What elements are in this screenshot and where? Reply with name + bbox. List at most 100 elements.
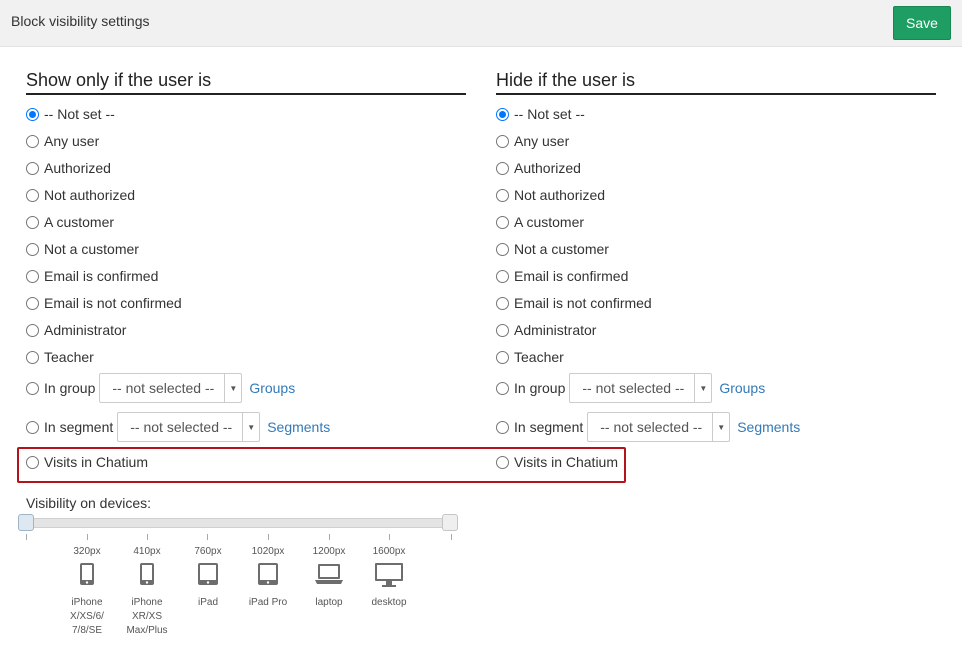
radio-label: Email is not confirmed <box>44 295 182 311</box>
radio-button[interactable] <box>496 161 509 175</box>
radio-label: Administrator <box>514 322 597 338</box>
radio-option[interactable]: Email is confirmed <box>26 266 158 286</box>
device-width-label: 1200px <box>312 546 346 557</box>
radio-button[interactable] <box>496 134 509 148</box>
slider-tick <box>26 534 27 540</box>
group-select[interactable]: -- not selected -- ▼ <box>569 373 713 403</box>
radio-button[interactable] <box>496 188 509 202</box>
device-name: iPad <box>178 596 238 610</box>
radio-button[interactable] <box>26 420 39 434</box>
radio-button[interactable] <box>496 215 509 229</box>
radio-button[interactable] <box>26 381 39 395</box>
radio-option[interactable]: Authorized <box>496 158 581 178</box>
radio-option[interactable]: Not a customer <box>496 239 609 259</box>
radio-option-group[interactable]: In group -- not selected -- ▼ Groups <box>496 373 765 403</box>
radio-option[interactable]: Teacher <box>26 347 94 367</box>
radio-button[interactable] <box>26 242 39 256</box>
radio-option[interactable]: Email is confirmed <box>496 266 628 286</box>
groups-link[interactable]: Groups <box>249 380 295 396</box>
radio-option-group[interactable]: In group -- not selected -- ▼ Groups <box>26 373 295 403</box>
radio-button[interactable] <box>26 323 39 337</box>
chevron-down-icon: ▼ <box>694 374 711 402</box>
slider-tick <box>451 534 452 540</box>
phone-icon <box>57 562 117 586</box>
radio-button[interactable] <box>26 161 39 175</box>
save-button[interactable]: Save <box>893 6 951 40</box>
device-width-label: 1600px <box>372 546 406 557</box>
radio-button[interactable] <box>26 350 39 364</box>
radio-option[interactable]: A customer <box>26 212 114 232</box>
radio-option[interactable]: Any user <box>26 131 99 151</box>
radio-button[interactable] <box>496 381 509 395</box>
device-width-label: 1020px <box>251 546 285 557</box>
devices-label: Visibility on devices: <box>26 495 152 511</box>
device-name: desktop <box>359 596 419 610</box>
radio-option[interactable]: -- Not set -- <box>26 104 115 124</box>
radio-option[interactable]: Any user <box>496 131 569 151</box>
visits-highlight-box <box>17 447 626 483</box>
radio-label: Not authorized <box>514 187 606 203</box>
radio-option[interactable]: Administrator <box>496 320 596 340</box>
radio-button[interactable] <box>26 107 39 121</box>
slider-tick <box>268 534 269 540</box>
radio-button[interactable] <box>496 269 509 283</box>
slider-start-handle[interactable] <box>18 514 34 531</box>
select-value: -- not selected -- <box>130 419 233 435</box>
radio-option[interactable]: Authorized <box>26 158 111 178</box>
radio-option[interactable]: Email is not confirmed <box>26 293 182 313</box>
radio-option[interactable]: Administrator <box>26 320 126 340</box>
segments-link[interactable]: Segments <box>737 419 800 435</box>
radio-button[interactable] <box>26 134 39 148</box>
select-value: -- not selected -- <box>600 419 703 435</box>
radio-label: Any user <box>514 133 570 149</box>
chevron-down-icon: ▼ <box>224 374 241 402</box>
radio-label: In segment <box>44 419 114 435</box>
radio-option[interactable]: Not a customer <box>26 239 139 259</box>
show-only-column: Show only if the user is -- Not set -- An… <box>26 70 466 470</box>
radio-label: Email is confirmed <box>44 268 159 284</box>
tablet-icon <box>238 562 298 586</box>
device-name-line: X/XS/6/ <box>70 611 104 622</box>
segment-select[interactable]: -- not selected -- ▼ <box>117 412 261 442</box>
radio-option[interactable]: A customer <box>496 212 584 232</box>
radio-option[interactable]: Not authorized <box>26 185 135 205</box>
radio-label: Administrator <box>44 322 127 338</box>
radio-option[interactable]: Email is not confirmed <box>496 293 652 313</box>
groups-link[interactable]: Groups <box>719 380 765 396</box>
radio-label: -- Not set -- <box>44 106 115 122</box>
slider-end-handle[interactable] <box>442 514 458 531</box>
device-name-line: laptop <box>315 597 343 608</box>
radio-button[interactable] <box>496 323 509 337</box>
radio-button[interactable] <box>26 269 39 283</box>
radio-button[interactable] <box>496 350 509 364</box>
slider-tick <box>329 534 330 540</box>
radio-option[interactable]: -- Not set -- <box>496 104 585 124</box>
device-slider-track[interactable] <box>26 518 450 528</box>
segment-select[interactable]: -- not selected -- ▼ <box>587 412 731 442</box>
radio-button[interactable] <box>26 296 39 310</box>
radio-button[interactable] <box>496 107 509 121</box>
radio-label: Authorized <box>44 160 111 176</box>
device-name-line: Max/Plus <box>126 625 168 636</box>
radio-button[interactable] <box>496 296 509 310</box>
radio-label: -- Not set -- <box>514 106 585 122</box>
radio-option-segment[interactable]: In segment -- not selected -- ▼ Segments <box>26 412 330 442</box>
column-heading: Show only if the user is <box>26 70 466 95</box>
laptop-icon <box>299 562 359 586</box>
radio-label: A customer <box>44 214 115 230</box>
group-select[interactable]: -- not selected -- ▼ <box>99 373 243 403</box>
radio-option[interactable]: Teacher <box>496 347 564 367</box>
radio-button[interactable] <box>26 215 39 229</box>
slider-tick <box>147 534 148 540</box>
radio-button[interactable] <box>26 188 39 202</box>
radio-button[interactable] <box>496 242 509 256</box>
radio-option-segment[interactable]: In segment -- not selected -- ▼ Segments <box>496 412 800 442</box>
segments-link[interactable]: Segments <box>267 419 330 435</box>
device-name-line: 7/8/SE <box>71 625 103 636</box>
radio-label: Not a customer <box>514 241 609 257</box>
device-name: laptop <box>299 596 359 610</box>
radio-label: Teacher <box>514 349 564 365</box>
phone-icon <box>117 562 177 586</box>
radio-button[interactable] <box>496 420 509 434</box>
radio-option[interactable]: Not authorized <box>496 185 605 205</box>
